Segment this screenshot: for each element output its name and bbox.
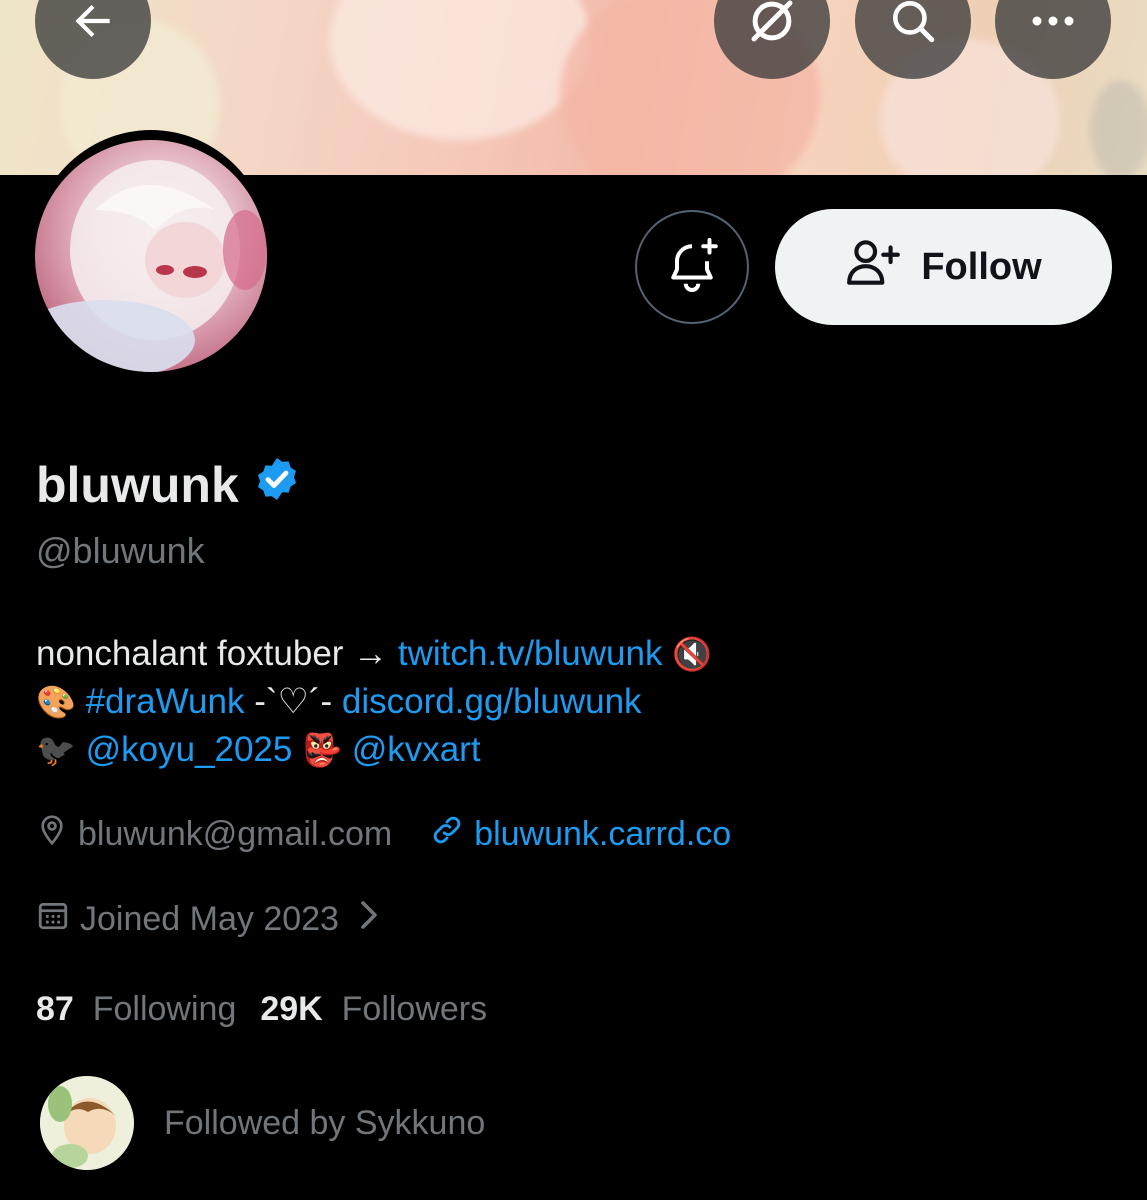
link-icon — [430, 813, 464, 856]
profile-meta: bluwunk@gmail.com bluwunk.carrd.co — [36, 812, 731, 857]
mention-link-koyu[interactable]: @koyu_2025 — [86, 730, 293, 769]
palette-emoji: 🎨 — [36, 684, 76, 720]
location: bluwunk@gmail.com — [36, 812, 392, 857]
following-label: Following — [92, 990, 237, 1028]
followed-by-text: Followed by Sykkuno — [164, 1103, 486, 1142]
followed-by[interactable]: Followed by Sykkuno — [40, 1076, 485, 1170]
display-name-text: bluwunk — [36, 457, 239, 513]
bio: nonchalant foxtuber → twitch.tv/bluwunk … — [36, 630, 712, 774]
bio-decoration: -`♡´- — [244, 682, 342, 721]
verified-badge-icon[interactable] — [253, 455, 301, 515]
person-add-icon — [845, 237, 903, 297]
followers-stat[interactable]: 29K Followers — [260, 990, 487, 1029]
joined-row[interactable]: Joined May 2023 — [36, 898, 381, 941]
website-link[interactable]: bluwunk.carrd.co — [474, 815, 731, 854]
search-icon — [888, 0, 938, 46]
bird-emoji: 🐦‍⬛ — [36, 732, 76, 768]
following-stat[interactable]: 87 Following — [36, 990, 236, 1029]
mention-link-kvxart[interactable]: @kvxart — [352, 730, 481, 769]
notify-button[interactable] — [635, 210, 749, 324]
follow-button[interactable]: Follow — [775, 209, 1112, 325]
location-pin-icon — [36, 812, 68, 857]
follow-label: Follow — [921, 245, 1042, 288]
muted-speaker-emoji: 🔇 — [672, 636, 713, 672]
handle: @bluwunk — [36, 530, 205, 571]
hashtag-link[interactable]: #draWunk — [86, 682, 245, 721]
twitch-link[interactable]: twitch.tv/bluwunk — [398, 634, 663, 673]
website[interactable]: bluwunk.carrd.co — [430, 813, 731, 856]
arrow-left-icon — [68, 0, 118, 46]
follow-stats: 87 Following 29K Followers — [36, 990, 487, 1029]
grok-icon — [745, 0, 799, 48]
chevron-right-icon — [357, 899, 381, 940]
location-text: bluwunk@gmail.com — [78, 815, 393, 853]
profile-avatar[interactable] — [31, 130, 271, 376]
display-name: bluwunk — [36, 455, 301, 515]
joined[interactable]: Joined May 2023 — [36, 898, 381, 941]
bio-line-1: nonchalant foxtuber → twitch.tv/bluwunk … — [36, 630, 712, 678]
discord-link[interactable]: discord.gg/bluwunk — [342, 682, 642, 721]
follower-avatar[interactable] — [40, 1076, 134, 1170]
bell-plus-icon — [662, 235, 722, 300]
followers-count: 29K — [260, 990, 323, 1028]
bio-text: nonchalant foxtuber → — [36, 634, 398, 673]
bio-line-2: 🎨 #draWunk -`♡´- discord.gg/bluwunk — [36, 678, 712, 726]
followers-label: Followers — [341, 990, 488, 1028]
more-horizontal-icon — [1030, 14, 1076, 28]
goblin-emoji: 👺 — [302, 732, 342, 768]
following-count: 87 — [36, 990, 74, 1028]
joined-text: Joined May 2023 — [80, 900, 339, 938]
calendar-icon — [36, 898, 70, 941]
bio-line-3: 🐦‍⬛ @koyu_2025 👺 @kvxart — [36, 726, 712, 774]
